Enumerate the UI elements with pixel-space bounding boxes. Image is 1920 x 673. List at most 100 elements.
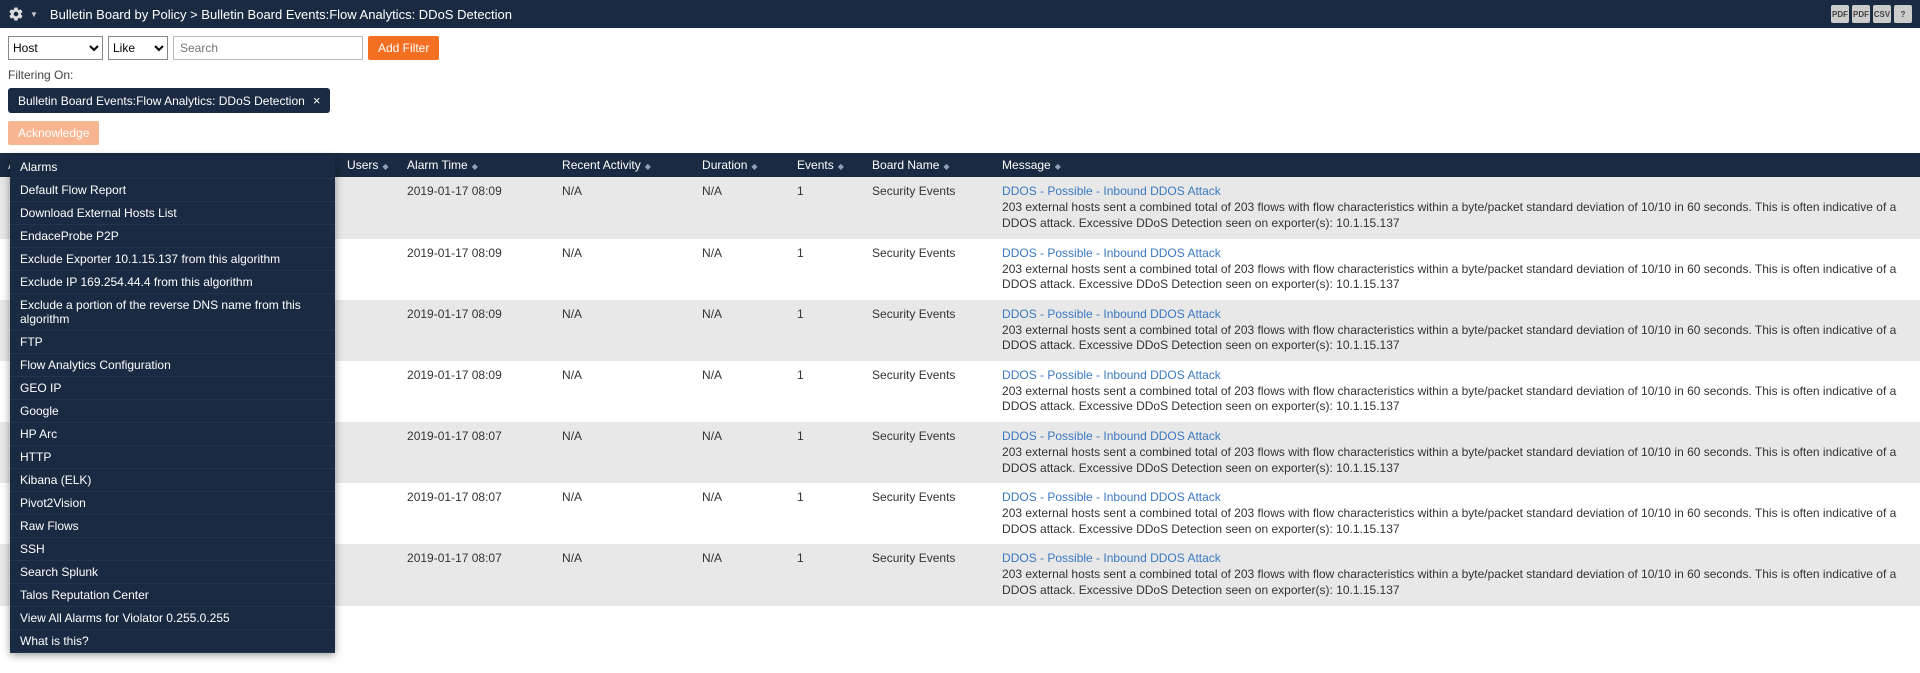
cell-users [339,422,399,483]
cell-users [339,544,399,605]
menu-item[interactable]: Raw Flows [10,515,335,538]
message-title: DDOS - Possible - Inbound DDOS Attack [1002,490,1912,504]
col-duration[interactable]: Duration◆ [694,153,789,177]
cell-events: 1 [789,300,864,361]
cell-users [339,300,399,361]
cell-duration: N/A [694,239,789,300]
menu-item[interactable]: Default Flow Report [10,179,335,202]
message-title: DDOS - Possible - Inbound DDOS Attack [1002,184,1912,198]
menu-item[interactable]: GEO IP [10,377,335,400]
cell-duration: N/A [694,361,789,422]
dropdown-indicator[interactable]: ▼ [30,10,38,19]
gear-icon[interactable] [8,5,26,23]
menu-item[interactable]: Download External Hosts List [10,202,335,225]
cell-events: 1 [789,177,864,238]
sort-icon: ◆ [838,162,844,171]
cell-message: DDOS - Possible - Inbound DDOS Attack 203… [994,361,1920,422]
menu-item[interactable]: Exclude IP 169.254.44.4 from this algori… [10,271,335,294]
chip-remove-icon[interactable]: × [313,93,321,108]
sort-icon: ◆ [645,162,651,171]
menu-item[interactable]: Alarms [10,156,335,179]
menu-item[interactable]: Kibana (ELK) [10,469,335,492]
cell-events: 1 [789,544,864,605]
col-recent[interactable]: Recent Activity◆ [554,153,694,177]
cell-message: DDOS - Possible - Inbound DDOS Attack 203… [994,483,1920,544]
col-message[interactable]: Message◆ [994,153,1920,177]
message-body: 203 external hosts sent a combined total… [1002,200,1912,231]
cell-alarm: 2019-01-17 08:09 [399,300,554,361]
add-filter-button[interactable]: Add Filter [368,36,439,60]
chip-row: Bulletin Board Events:Flow Analytics: DD… [0,88,1920,121]
menu-item[interactable]: HTTP [10,446,335,469]
message-title: DDOS - Possible - Inbound DDOS Attack [1002,429,1912,443]
col-events[interactable]: Events◆ [789,153,864,177]
cell-board: Security Events [864,300,994,361]
col-alarm[interactable]: Alarm Time◆ [399,153,554,177]
cell-users [339,239,399,300]
message-body: 203 external hosts sent a combined total… [1002,262,1912,293]
cell-alarm: 2019-01-17 08:09 [399,177,554,238]
cell-message: DDOS - Possible - Inbound DDOS Attack203… [994,544,1920,605]
sort-icon: ◆ [472,162,478,171]
export-csv-icon[interactable]: CSV [1873,5,1891,23]
cell-recent: N/A [554,177,694,238]
breadcrumb: Bulletin Board by Policy > Bulletin Boar… [50,7,512,22]
cell-duration: N/A [694,483,789,544]
cell-events: 1 [789,483,864,544]
cell-message: DDOS - Possible - Inbound DDOS Attack 203… [994,177,1920,238]
cell-board: Security Events [864,239,994,300]
cell-recent: N/A [554,422,694,483]
cell-recent: N/A [554,483,694,544]
message-title: DDOS - Possible - Inbound DDOS Attack [1002,368,1912,382]
menu-item[interactable]: HP Arc [10,423,335,446]
menu-item[interactable]: Google [10,400,335,423]
filter-bar: Host Like Add Filter [0,28,1920,68]
filter-field-select[interactable]: Host [8,36,103,60]
cell-alarm: 2019-01-17 08:07 [399,483,554,544]
menu-item[interactable]: Exclude a portion of the reverse DNS nam… [10,294,335,331]
message-body: 203 external hosts sent a combined total… [1002,506,1912,537]
menu-item[interactable]: Flow Analytics Configuration [10,354,335,377]
cell-alarm: 2019-01-17 08:07 [399,422,554,483]
cell-board: Security Events [864,483,994,544]
message-title: DDOS - Possible - Inbound DDOS Attack [1002,246,1912,260]
cell-events: 1 [789,422,864,483]
menu-item[interactable]: Exclude Exporter 10.1.15.137 from this a… [10,248,335,271]
message-title: DDOS - Possible - Inbound DDOS Attack [1002,307,1912,321]
cell-alarm: 2019-01-17 08:07 [399,544,554,605]
sort-icon: ◆ [751,162,757,171]
cell-board: Security Events [864,177,994,238]
menu-item[interactable]: SSH [10,538,335,561]
cell-duration: N/A [694,544,789,605]
cell-recent: N/A [554,239,694,300]
menu-item[interactable]: Pivot2Vision [10,492,335,515]
sort-icon: ◆ [382,162,388,171]
cell-message: DDOS - Possible - Inbound DDOS Attack 203… [994,239,1920,300]
sort-icon: ◆ [943,162,949,171]
search-input[interactable] [173,36,363,60]
message-body: 203 external hosts sent a combined total… [1002,323,1912,354]
menu-item[interactable]: Talos Reputation Center [10,584,335,607]
cell-users [339,483,399,544]
col-board[interactable]: Board Name◆ [864,153,994,177]
filtering-on-label: Filtering On: [0,68,1920,88]
col-users[interactable]: Users◆ [339,153,399,177]
menu-item[interactable]: Search Splunk [10,561,335,584]
export-pdf2-icon[interactable]: PDF [1852,5,1870,23]
filter-op-select[interactable]: Like [108,36,168,60]
cell-recent: N/A [554,361,694,422]
menu-item[interactable]: EndaceProbe P2P [10,225,335,248]
filter-chip[interactable]: Bulletin Board Events:Flow Analytics: DD… [8,88,330,113]
cell-duration: N/A [694,422,789,483]
cell-message: DDOS - Possible - Inbound DDOS Attack 203… [994,300,1920,361]
menu-item[interactable]: What is this? [10,630,335,653]
menu-item[interactable]: FTP [10,331,335,354]
message-body: 203 external hosts sent a combined total… [1002,445,1912,476]
export-pdf-icon[interactable]: PDF [1831,5,1849,23]
top-bar: ▼ Bulletin Board by Policy > Bulletin Bo… [0,0,1920,28]
acknowledge-button[interactable]: Acknowledge [8,121,99,145]
cell-board: Security Events [864,361,994,422]
help-icon[interactable]: ? [1894,5,1912,23]
message-body: 203 external hosts sent a combined total… [1002,384,1912,415]
menu-item[interactable]: View All Alarms for Violator 0.255.0.255 [10,607,335,630]
